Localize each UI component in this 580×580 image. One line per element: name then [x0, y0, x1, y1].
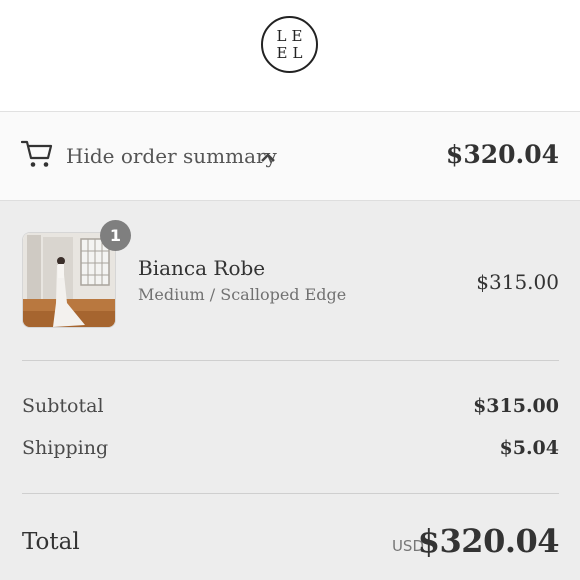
product-name: Bianca Robe — [138, 256, 266, 280]
hide-order-summary-link[interactable]: Hide order summary — [66, 144, 277, 168]
cart-icon — [21, 140, 53, 167]
shipping-value: $5.04 — [499, 437, 560, 459]
chevron-up-icon — [261, 153, 275, 162]
summary-toggle-total: $320.04 — [445, 140, 559, 169]
subtotal-label: Subtotal — [22, 395, 104, 417]
product-variant: Medium / Scalloped Edge — [138, 285, 347, 304]
product-photo — [23, 233, 115, 327]
subtotal-value: $315.00 — [473, 395, 559, 417]
product-thumbnail — [22, 232, 116, 328]
shipping-label: Shipping — [22, 437, 109, 459]
logo-line-2: EL — [276, 43, 308, 62]
divider — [22, 360, 559, 361]
total-label: Total — [22, 529, 80, 555]
store-header: LE EL — [0, 0, 580, 112]
divider — [22, 493, 559, 494]
total-value: $320.04 — [417, 522, 560, 560]
logo-line-1: LE — [276, 26, 308, 45]
brand-logo[interactable]: LE EL — [261, 16, 318, 73]
quantity-badge: 1 — [100, 220, 131, 251]
product-price: $315.00 — [476, 270, 559, 294]
